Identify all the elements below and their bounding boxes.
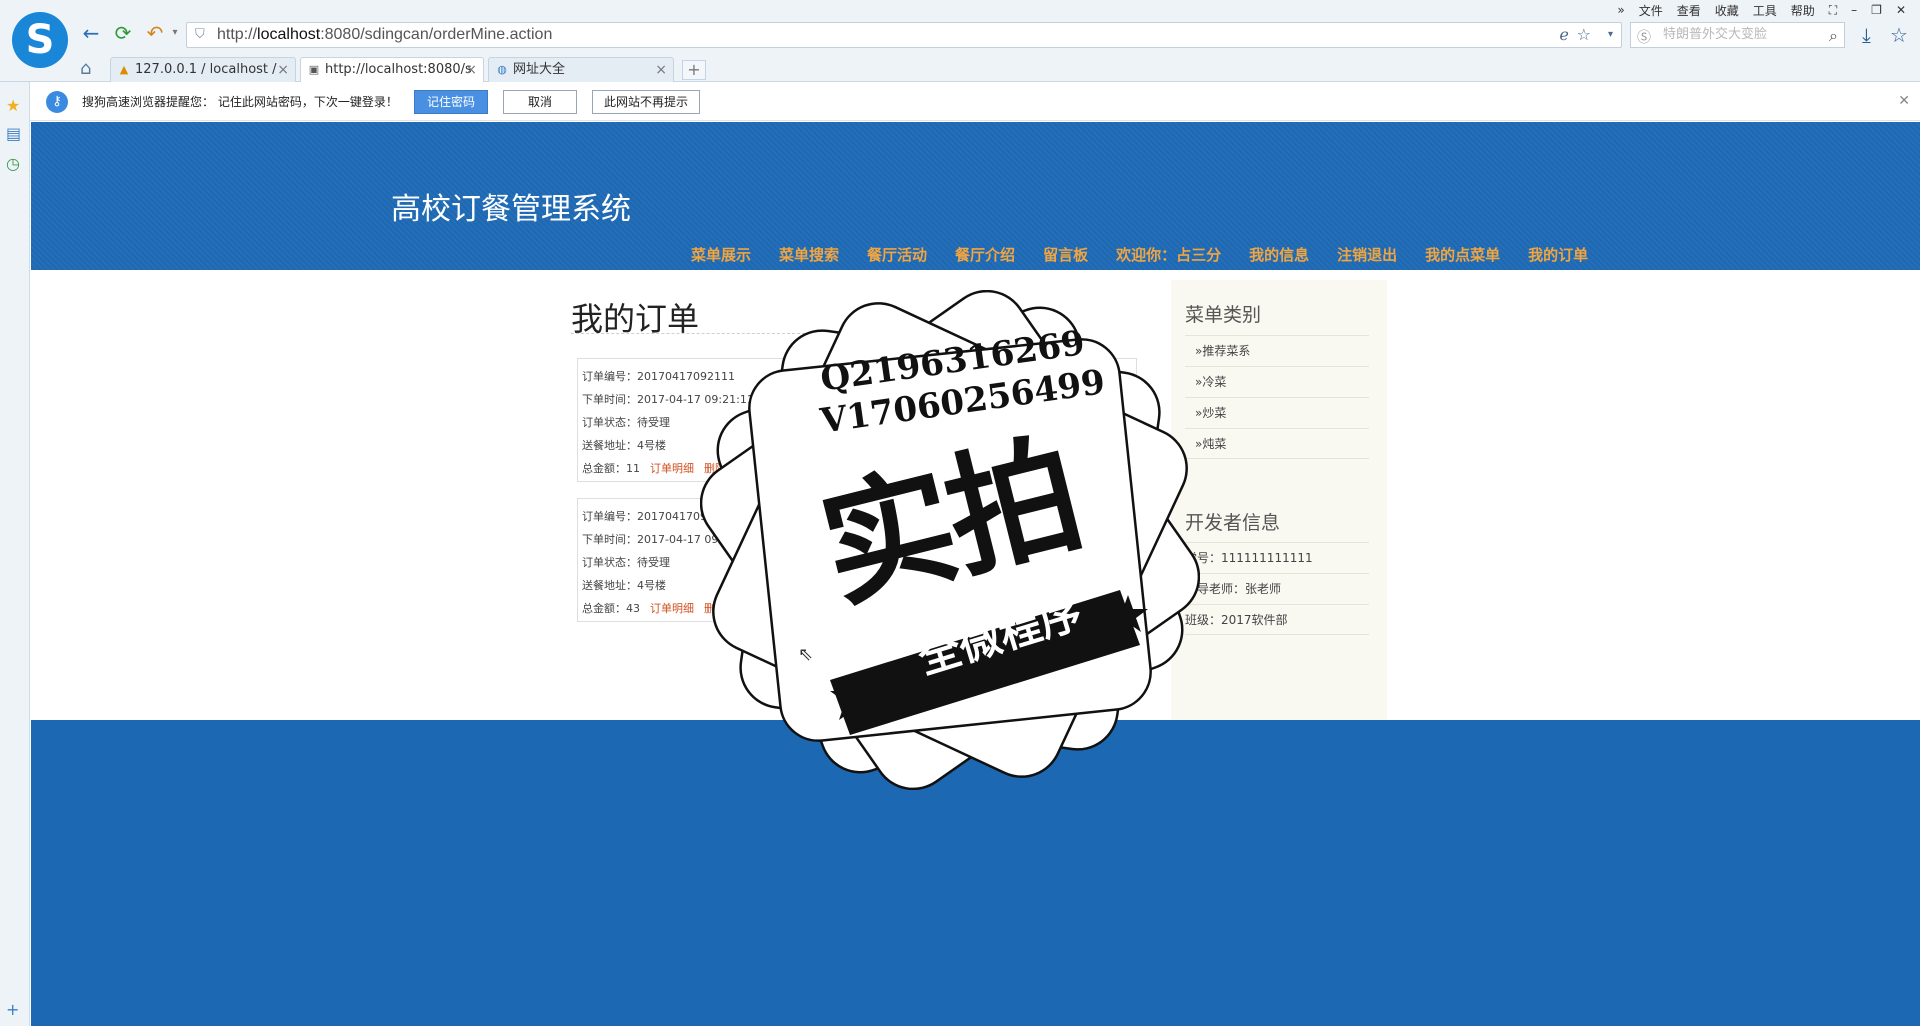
menu-tools[interactable]: 工具 bbox=[1753, 2, 1777, 19]
home-icon[interactable]: ⌂ bbox=[80, 58, 91, 79]
site-title: 高校订餐管理系统 bbox=[391, 192, 631, 227]
refresh-icon[interactable]: ⟳ bbox=[110, 20, 136, 46]
nav-logout[interactable]: 注销退出 bbox=[1323, 244, 1411, 266]
favorites-star-icon[interactable]: ☆ bbox=[1890, 22, 1908, 48]
menu-favorites[interactable]: 收藏 bbox=[1715, 2, 1739, 19]
close-icon[interactable]: × bbox=[277, 58, 289, 82]
site-footer: 系统后台 bbox=[31, 720, 1920, 1026]
category-cold-dishes[interactable]: »冷菜 bbox=[1185, 366, 1369, 397]
undo-dropdown-icon[interactable]: ▾ bbox=[162, 20, 188, 46]
remember-password-button[interactable]: 记住密码 bbox=[414, 90, 488, 114]
menu-file[interactable]: 文件 bbox=[1639, 2, 1663, 19]
favorites-icon[interactable]: ★ bbox=[6, 96, 20, 115]
shield-icon: ⛉ bbox=[195, 27, 205, 42]
cancel-button[interactable]: 取消 bbox=[503, 90, 577, 114]
ie-mode-icon[interactable]: ℯ bbox=[1560, 26, 1569, 44]
advisor: 指导老师：张老师 bbox=[1185, 573, 1369, 604]
nav-menu-display[interactable]: 菜单展示 bbox=[677, 244, 765, 266]
new-tab-button[interactable]: + bbox=[682, 60, 706, 80]
download-icon[interactable]: ⤓ bbox=[1862, 22, 1871, 48]
tab-label: 网址大全 bbox=[513, 62, 566, 77]
order-delete-link[interactable]: 删除 bbox=[704, 602, 726, 615]
phpmyadmin-icon: ▲ bbox=[119, 63, 129, 76]
search-placeholder: 特朗普外交大变脸 bbox=[1663, 27, 1768, 42]
category-stew[interactable]: »炖菜 bbox=[1185, 428, 1369, 459]
star-icon[interactable]: ☆ bbox=[1577, 26, 1591, 44]
back-icon[interactable]: ← bbox=[78, 20, 104, 46]
menu-view[interactable]: 查看 bbox=[1677, 2, 1701, 19]
tab-localhost[interactable]: ▣ http://localhost:8080/s × bbox=[300, 57, 484, 82]
order-total: 总金额：43 bbox=[582, 602, 640, 615]
right-sidebar: 菜单类别 »推荐菜系 »冷菜 »炒菜 »炖菜 开发者信息 学号：11111111… bbox=[1171, 280, 1387, 720]
order-total: 总金额：11 bbox=[582, 462, 640, 475]
close-icon[interactable]: × bbox=[655, 58, 667, 82]
password-message: 搜狗高速浏览器提醒您： 记住此网站密码，下次一键登录！ bbox=[82, 95, 398, 109]
tab-phpmyadmin[interactable]: ▲ 127.0.0.1 / localhost / × bbox=[110, 57, 296, 82]
close-window-icon[interactable]: ✕ bbox=[1896, 3, 1906, 17]
restore-icon[interactable]: ❐ bbox=[1871, 3, 1882, 17]
order-detail-link[interactable]: 订单明细 bbox=[650, 462, 694, 475]
admin-link[interactable]: 系统后台 bbox=[954, 724, 998, 740]
nav-my-orders[interactable]: 我的订单 bbox=[1514, 244, 1602, 266]
close-icon[interactable]: × bbox=[465, 58, 477, 82]
never-remind-button[interactable]: 此网站不再提示 bbox=[592, 90, 700, 114]
developer-info-title: 开发者信息 bbox=[1185, 512, 1281, 534]
tab-strip: ⌂ ▲ 127.0.0.1 / localhost / × ▣ http://l… bbox=[0, 55, 1920, 82]
nav-message-board[interactable]: 留言板 bbox=[1029, 244, 1102, 266]
tab-label: http://localhost:8080/s bbox=[325, 62, 472, 77]
address-dropdown-icon[interactable]: ▾ bbox=[1608, 26, 1613, 44]
category-stir-fry[interactable]: »炒菜 bbox=[1185, 397, 1369, 428]
minimize-icon[interactable]: – bbox=[1851, 3, 1857, 17]
site-header: 高校订餐管理系统 菜单展示 菜单搜索 餐厅活动 餐厅介绍 留言板 欢迎你：占三分… bbox=[31, 122, 1920, 270]
tab-label: 127.0.0.1 / localhost / bbox=[135, 62, 277, 77]
skin-icon[interactable]: ⛶ bbox=[1829, 3, 1837, 18]
top-menu: » 文件 查看 收藏 工具 帮助 ⛶ – ❐ ✕ bbox=[1617, 1, 1906, 19]
categories-title: 菜单类别 bbox=[1185, 304, 1262, 326]
address-url[interactable]: http://localhost:8080/sdingcan/orderMine… bbox=[217, 23, 552, 47]
class-name: 班级：2017软件部 bbox=[1185, 604, 1369, 635]
order-detail-link[interactable]: 订单明细 bbox=[650, 602, 694, 615]
nav-my-info[interactable]: 我的信息 bbox=[1235, 244, 1323, 266]
order-delete-link[interactable]: 删除 bbox=[704, 462, 726, 475]
tab-url-directory[interactable]: ◍ 网址大全 × bbox=[488, 57, 674, 82]
nav-menu-search[interactable]: 菜单搜索 bbox=[765, 244, 853, 266]
globe-icon: ◍ bbox=[497, 63, 507, 76]
search-box[interactable]: Ⓢ 特朗普外交大变脸 ⌕ bbox=[1630, 22, 1845, 48]
nav-welcome-user[interactable]: 欢迎你：占三分 bbox=[1102, 244, 1235, 266]
browser-sidebar: ★ ▤ ◷ + bbox=[0, 82, 30, 1026]
nav-restaurant-events[interactable]: 餐厅活动 bbox=[853, 244, 941, 266]
search-icon[interactable]: ⌕ bbox=[1829, 26, 1838, 46]
address-bar[interactable]: ⛉ http://localhost:8080/sdingcan/orderMi… bbox=[186, 22, 1622, 48]
close-icon[interactable]: ✕ bbox=[1898, 93, 1910, 109]
add-icon[interactable]: + bbox=[6, 1000, 19, 1019]
nav-my-dishes[interactable]: 我的点菜单 bbox=[1411, 244, 1514, 266]
browser-chrome: S ← ⟳ ↶ ▾ ⛉ http://localhost:8080/sdingc… bbox=[0, 0, 1920, 82]
history-icon[interactable]: ◷ bbox=[6, 154, 20, 173]
expand-icon[interactable]: » bbox=[1617, 3, 1624, 17]
reader-icon[interactable]: ▤ bbox=[6, 124, 21, 143]
nav-restaurant-intro[interactable]: 餐厅介绍 bbox=[941, 244, 1029, 266]
sogou-search-icon: Ⓢ bbox=[1637, 30, 1651, 46]
menu-help[interactable]: 帮助 bbox=[1791, 2, 1815, 19]
password-reminder-bar: ⚷ 搜狗高速浏览器提醒您： 记住此网站密码，下次一键登录！ 记住密码 取消 此网… bbox=[30, 83, 1920, 121]
site-nav: 菜单展示 菜单搜索 餐厅活动 餐厅介绍 留言板 欢迎你：占三分 我的信息 注销退… bbox=[677, 244, 1602, 266]
category-recommended[interactable]: »推荐菜系 bbox=[1185, 335, 1369, 366]
page-title: 我的订单 bbox=[571, 294, 1011, 338]
page-icon: ▣ bbox=[308, 63, 320, 76]
student-id: 学号：111111111111 bbox=[1185, 542, 1369, 573]
key-icon: ⚷ bbox=[46, 91, 68, 113]
mouse-cursor-icon: ⇖ bbox=[798, 644, 814, 665]
